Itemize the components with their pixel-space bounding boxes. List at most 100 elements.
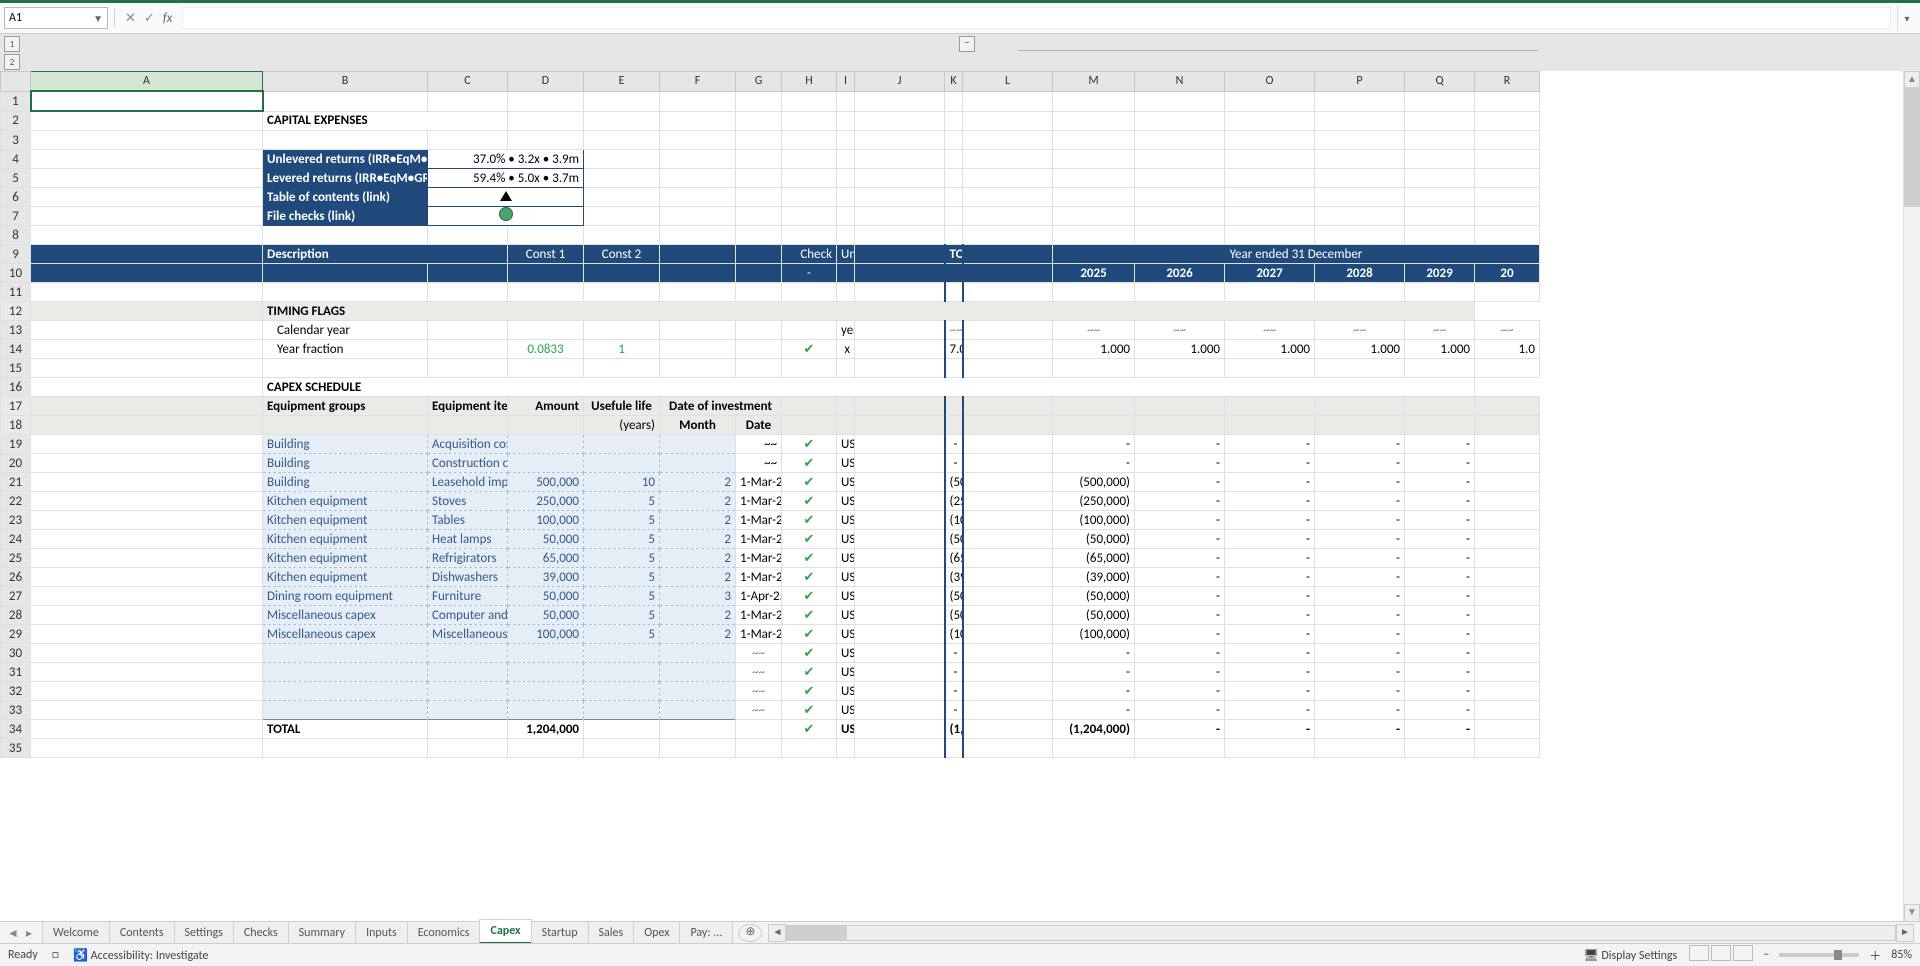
add-sheet-button[interactable]: ⊕	[738, 924, 762, 942]
capex-amount[interactable]: 500,000	[508, 473, 584, 492]
sheet-tab-contents[interactable]: Contents	[109, 921, 175, 944]
capex-month[interactable]: 2	[660, 530, 736, 549]
view-buttons[interactable]	[1687, 945, 1753, 965]
capex-item[interactable]: Furniture	[428, 587, 508, 606]
checks-link-label[interactable]: File checks (link)	[263, 207, 428, 226]
column-header-G[interactable]: G	[736, 72, 782, 92]
capex-group[interactable]: Kitchen equipment	[263, 568, 428, 587]
column-header-N[interactable]: N	[1135, 72, 1225, 92]
capex-month[interactable]: 2	[660, 568, 736, 587]
scroll-left-icon[interactable]: ◄	[768, 924, 786, 942]
column-header-C[interactable]: C	[428, 72, 508, 92]
capex-group[interactable]: Kitchen equipment	[263, 549, 428, 568]
tab-nav-prev-icon[interactable]: ▸	[22, 926, 36, 941]
capex-month[interactable]: 2	[660, 625, 736, 644]
capex-group[interactable]: Kitchen equipment	[263, 511, 428, 530]
scroll-down-icon[interactable]: ▼	[1904, 904, 1920, 922]
zoom-in-icon[interactable]: ＋	[1869, 947, 1881, 964]
column-header-F[interactable]: F	[660, 72, 736, 92]
capex-life[interactable]: 5	[584, 606, 660, 625]
enter-icon[interactable]: ✓	[144, 11, 155, 26]
capex-month[interactable]	[660, 454, 736, 473]
capex-group[interactable]: Miscellaneous capex	[263, 625, 428, 644]
name-box[interactable]: A1 ▼	[4, 7, 108, 29]
column-header-K[interactable]: K	[945, 72, 963, 92]
capex-group[interactable]: Building	[263, 473, 428, 492]
column-header-D[interactable]: D	[508, 72, 584, 92]
capex-group[interactable]: Kitchen equipment	[263, 530, 428, 549]
sheet-tab-summary[interactable]: Summary	[288, 921, 356, 944]
display-settings[interactable]: 🖥 Display Settings	[1583, 948, 1677, 963]
capex-amount[interactable]: 100,000	[508, 625, 584, 644]
chevron-down-icon[interactable]: ▼	[93, 12, 103, 25]
capex-group[interactable]: Dining room equipment	[263, 587, 428, 606]
sheet-tab-startup[interactable]: Startup	[531, 921, 589, 944]
row-header-1[interactable]: 1	[1, 91, 31, 111]
capex-life[interactable]: 5	[584, 549, 660, 568]
sheet-tab-checks[interactable]: Checks	[233, 921, 289, 944]
select-all[interactable]	[1, 72, 31, 92]
capex-amount[interactable]: 50,000	[508, 606, 584, 625]
capex-group[interactable]: Building	[263, 435, 428, 454]
sheet-tab-sales[interactable]: Sales	[588, 921, 635, 944]
capex-month[interactable]	[660, 435, 736, 454]
cell-A1[interactable]	[31, 91, 263, 111]
capex-life[interactable]: 5	[584, 568, 660, 587]
capex-item[interactable]: Tables	[428, 511, 508, 530]
toc-link-icon[interactable]	[428, 188, 584, 207]
column-header-R[interactable]: R	[1475, 72, 1540, 92]
column-header-Q[interactable]: Q	[1405, 72, 1475, 92]
macro-record-icon[interactable]: □	[52, 948, 59, 962]
horizontal-scrollbar[interactable]: ◄ ►	[768, 924, 1914, 942]
column-header-P[interactable]: P	[1315, 72, 1405, 92]
scroll-right-icon[interactable]: ►	[1896, 924, 1914, 942]
capex-amount[interactable]: 250,000	[508, 492, 584, 511]
capex-amount[interactable]: 50,000	[508, 530, 584, 549]
toc-link-label[interactable]: Table of contents (link)	[263, 188, 428, 207]
capex-group[interactable]: Building	[263, 454, 428, 473]
outline-level-2[interactable]: 2	[4, 54, 20, 70]
capex-life[interactable]: 5	[584, 511, 660, 530]
expand-formula-icon[interactable]: ▾	[1897, 5, 1916, 31]
column-header-M[interactable]: M	[1053, 72, 1135, 92]
column-header-B[interactable]: B	[263, 72, 428, 92]
capex-life[interactable]: 5	[584, 530, 660, 549]
sheet-tab-inputs[interactable]: Inputs	[355, 921, 408, 944]
capex-month[interactable]: 3	[660, 587, 736, 606]
capex-life[interactable]: 5	[584, 625, 660, 644]
capex-amount[interactable]: 39,000	[508, 568, 584, 587]
capex-month[interactable]: 2	[660, 606, 736, 625]
capex-item[interactable]: Acquisition costs	[428, 435, 508, 454]
capex-life[interactable]: 5	[584, 587, 660, 606]
capex-month[interactable]: 2	[660, 549, 736, 568]
sheet-tab-pay-[interactable]: Pay: ...	[679, 921, 733, 944]
sheet-tab-opex[interactable]: Opex	[633, 921, 680, 944]
outline-collapse-icon[interactable]: −	[959, 36, 975, 52]
capex-item[interactable]: Dishwashers	[428, 568, 508, 587]
tab-nav-first-icon[interactable]: ◄	[6, 926, 20, 941]
capex-life[interactable]	[584, 454, 660, 473]
capex-item[interactable]: Construction costs	[428, 454, 508, 473]
sheet-tab-economics[interactable]: Economics	[407, 921, 481, 944]
vertical-scrollbar[interactable]: ▲ ▼	[1903, 71, 1920, 922]
cancel-icon[interactable]: ✕	[125, 11, 136, 26]
capex-item[interactable]: Heat lamps	[428, 530, 508, 549]
capex-life[interactable]	[584, 435, 660, 454]
column-header-L[interactable]: L	[963, 72, 1053, 92]
column-header-O[interactable]: O	[1225, 72, 1315, 92]
accessibility-status[interactable]: ♿ Accessibility: Investigate	[73, 948, 208, 963]
capex-group[interactable]: Miscellaneous capex	[263, 606, 428, 625]
capex-item[interactable]: Leasehold improvements	[428, 473, 508, 492]
capex-item[interactable]: Miscellaneous	[428, 625, 508, 644]
zoom-level[interactable]: 85%	[1891, 948, 1912, 962]
sheet-tab-settings[interactable]: Settings	[174, 921, 234, 944]
zoom-out-icon[interactable]: −	[1763, 948, 1769, 962]
checks-link-icon[interactable]	[428, 207, 584, 226]
column-header-H[interactable]: H	[782, 72, 837, 92]
fx-icon[interactable]: fx	[163, 11, 173, 26]
capex-month[interactable]: 2	[660, 511, 736, 530]
capex-group[interactable]: Kitchen equipment	[263, 492, 428, 511]
outline-level-1[interactable]: 1	[4, 36, 20, 52]
capex-life[interactable]: 10	[584, 473, 660, 492]
zoom-slider[interactable]	[1779, 953, 1859, 957]
